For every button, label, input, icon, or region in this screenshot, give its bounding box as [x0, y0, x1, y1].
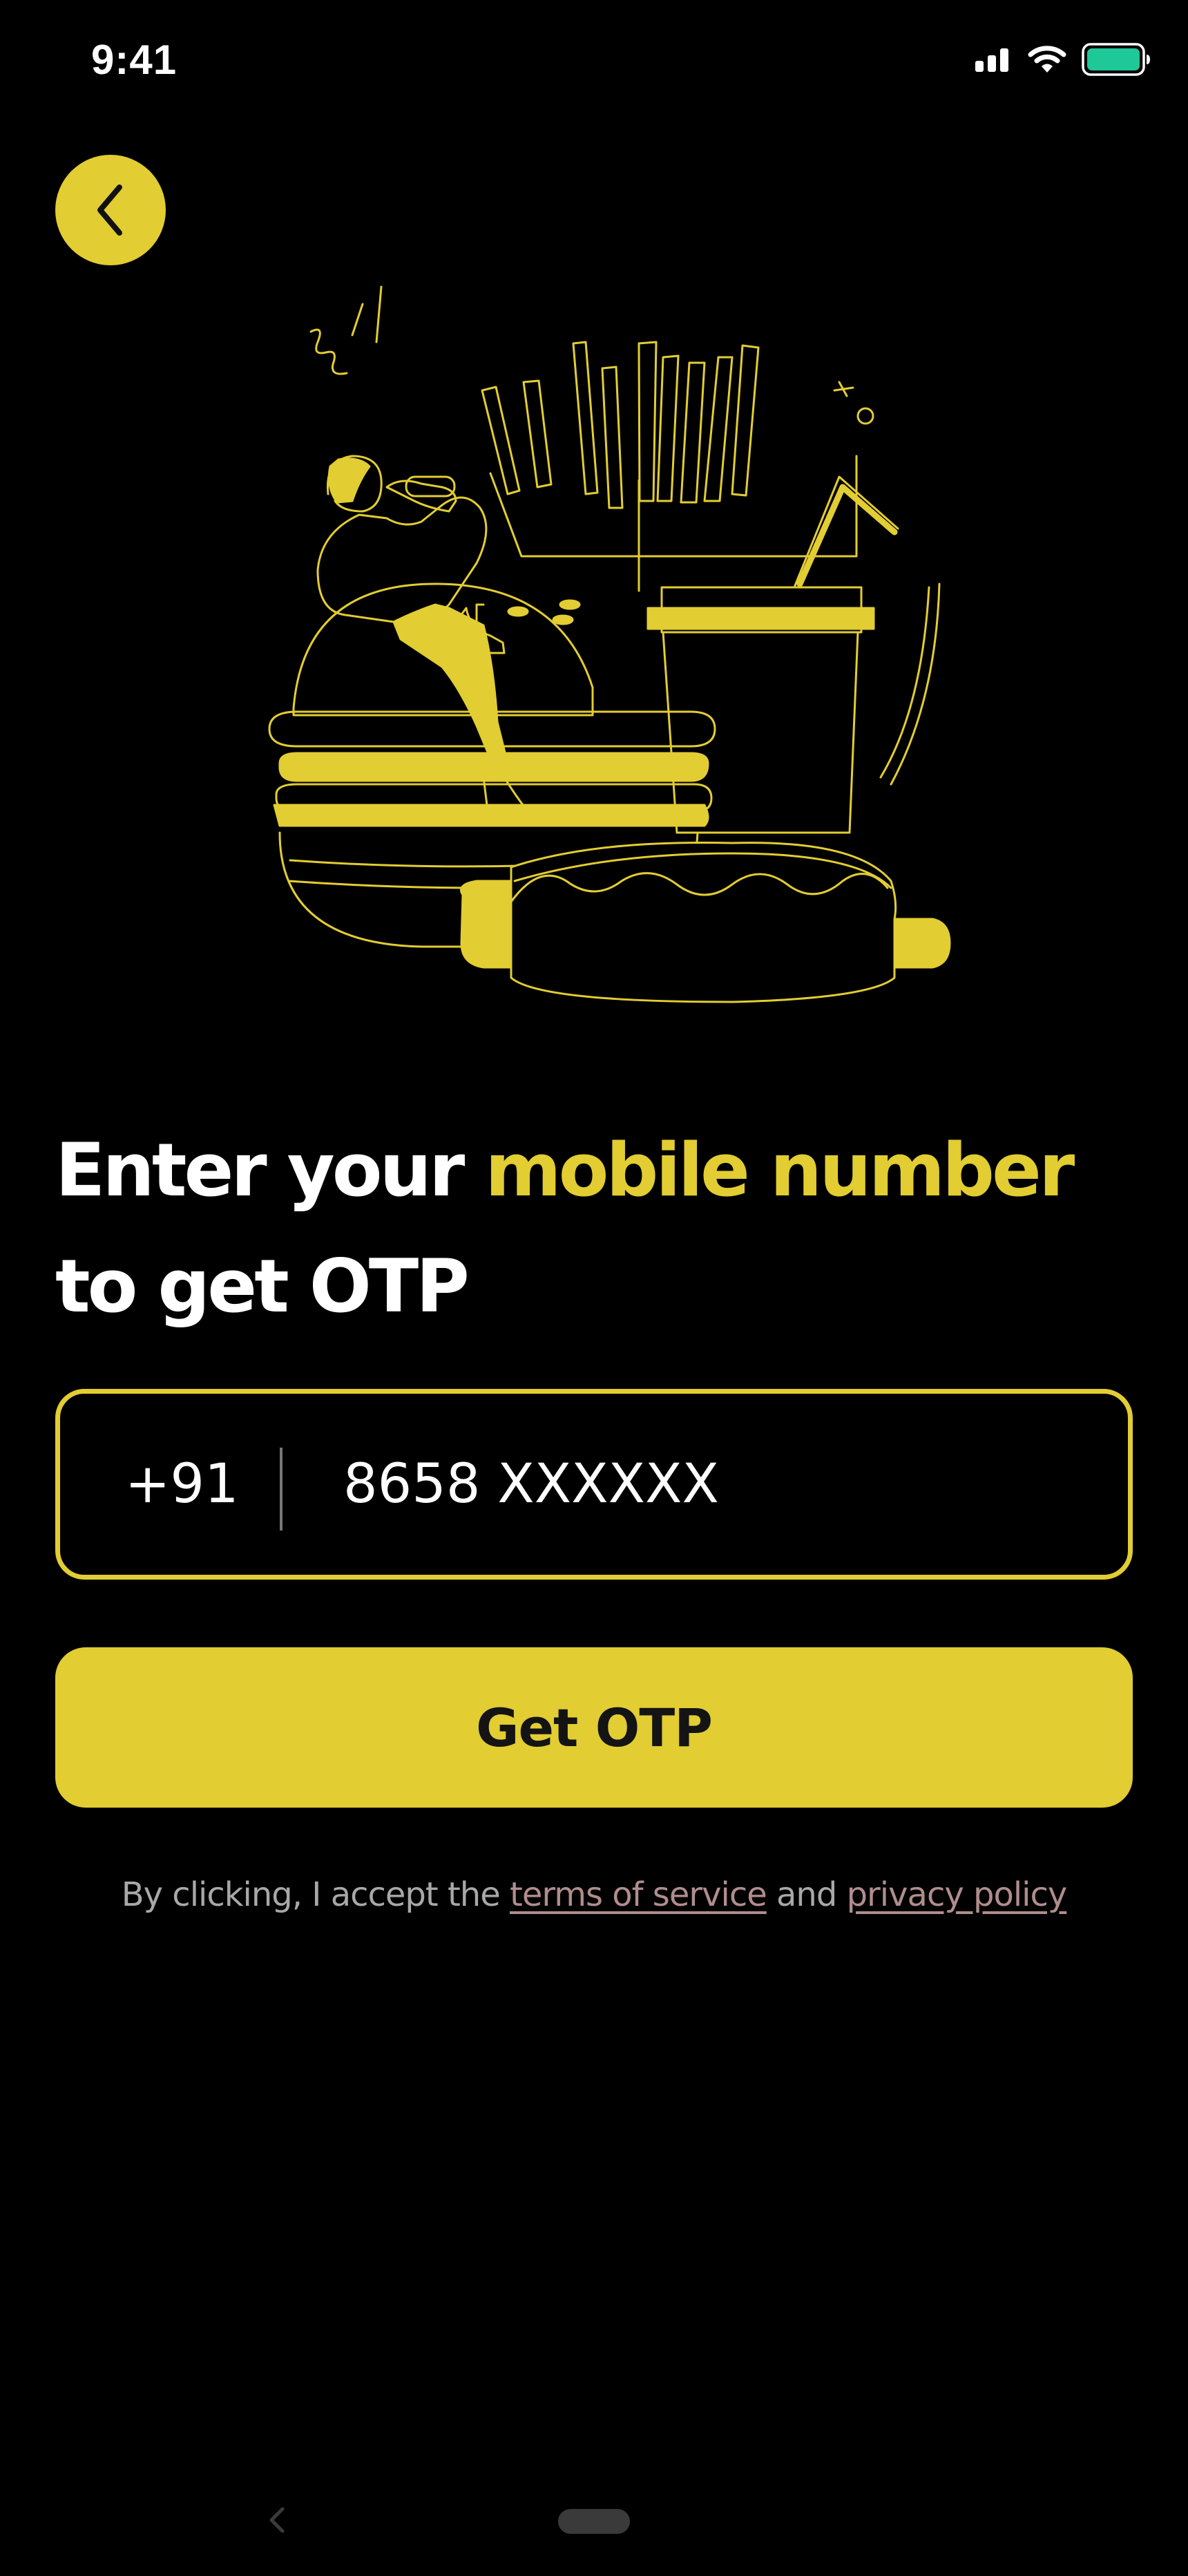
home-indicator[interactable] — [558, 2509, 630, 2534]
terms-of-service-link[interactable]: terms of service — [510, 1875, 767, 1914]
food-illustration — [268, 285, 951, 1003]
otp-login-screen: 9:41 Enter your mobile number to get OTP… — [0, 0, 1188, 2576]
wifi-icon — [1028, 46, 1066, 73]
status-time: 9:41 — [91, 37, 178, 83]
title-text-1: Enter your — [55, 1128, 486, 1213]
title-text-2: to get OTP — [55, 1244, 470, 1329]
terms-prefix: By clicking, I accept the — [121, 1875, 510, 1914]
title-accent: mobile number — [485, 1128, 1075, 1213]
back-button[interactable] — [55, 155, 166, 265]
phone-field: +91 — [55, 1389, 1133, 1580]
page-title: Enter your mobile number to get OTP — [55, 1112, 1147, 1345]
get-otp-button[interactable]: Get OTP — [55, 1647, 1133, 1808]
terms-middle: and — [766, 1875, 847, 1914]
country-code-selector[interactable]: +91 — [125, 1394, 239, 1575]
phone-divider — [280, 1448, 282, 1531]
phone-number-input[interactable] — [343, 1394, 1103, 1575]
privacy-policy-link[interactable]: privacy policy — [847, 1875, 1068, 1914]
signal-icon — [975, 48, 1008, 72]
chevron-left-icon — [97, 184, 122, 236]
battery-icon — [1082, 43, 1150, 76]
system-back-icon[interactable] — [265, 2505, 289, 2535]
status-icons — [975, 43, 1151, 76]
terms-text: By clicking, I accept the terms of servi… — [0, 1875, 1188, 1914]
